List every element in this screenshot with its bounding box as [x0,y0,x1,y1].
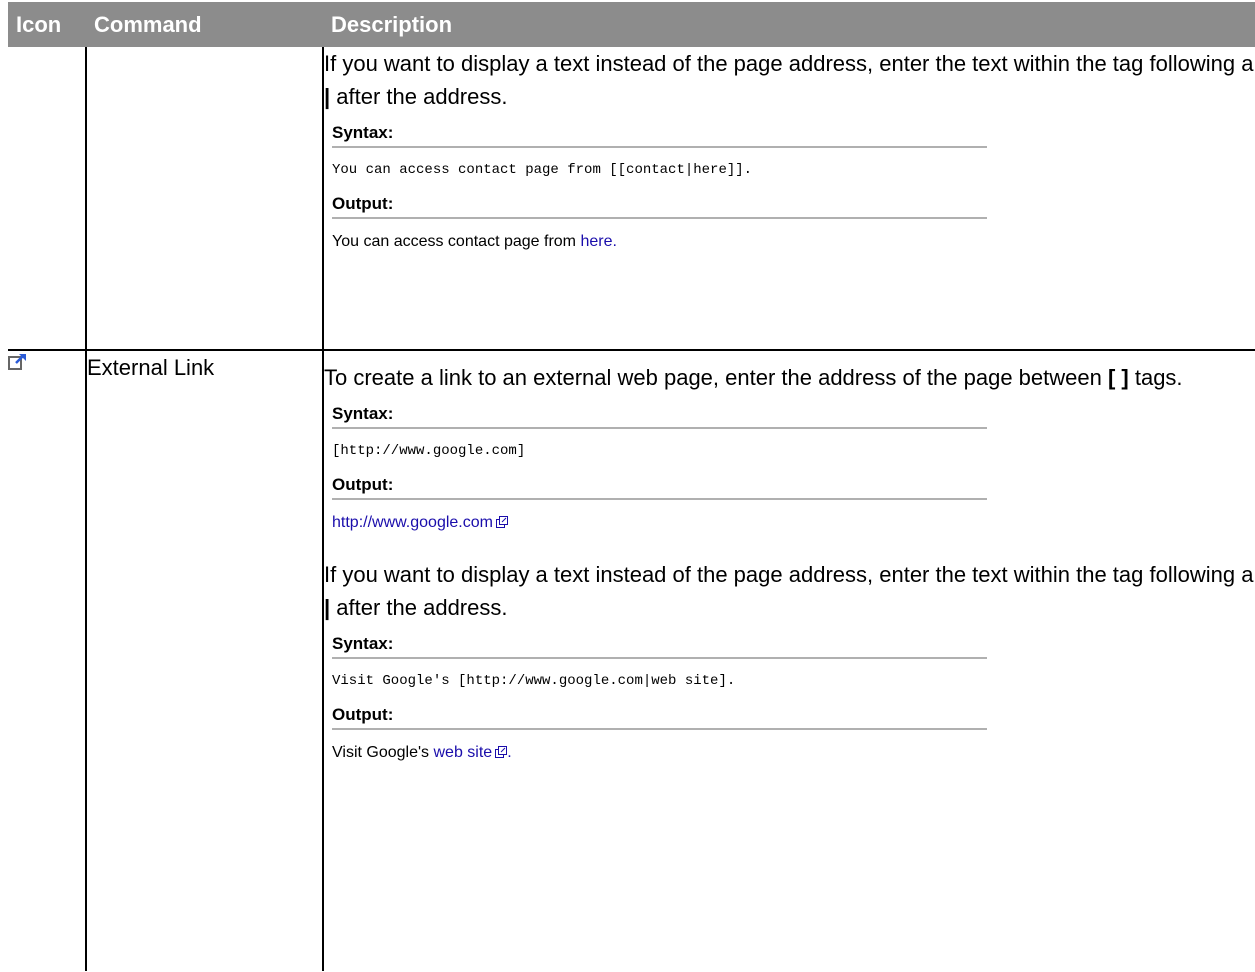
paragraph-bold: [ ] [1107,365,1129,390]
syntax-code: You can access contact page from [[conta… [332,162,753,178]
output-prefix: Visit Google's [332,744,434,761]
paragraph-text: tags. [1128,365,1183,390]
table-header-row: Icon Command Description [8,2,1255,47]
header-description: Description [323,2,1255,47]
output-text: You can access contact page from here. [332,219,987,255]
output-prefix: You can access contact page from [332,233,581,250]
syntax-block: Syntax: [http://www.google.com] [332,404,987,465]
external-link-icon [495,746,508,758]
description-paragraph: If you want to display a text instead of… [324,558,1255,624]
command-cell [85,47,323,351]
here-link[interactable]: here [580,233,612,250]
output-block: Output: http://www.google.com [332,475,987,536]
table-row: If you want to display a text instead of… [8,47,1255,351]
icon-cell [8,350,86,971]
paragraph-text: after the address. [330,84,508,109]
icon-cell [8,47,86,351]
description-paragraph: If you want to display a text instead of… [324,47,1255,113]
syntax-code: Visit Google's [http://www.google.com|we… [332,673,736,689]
output-label: Output: [332,194,987,219]
output-block: Output: You can access contact page from… [332,194,987,255]
external-link-icon [8,354,26,370]
header-command: Command [86,2,323,47]
web-site-link[interactable]: web site [433,744,492,761]
output-label: Output: [332,475,987,500]
google-link[interactable]: http://www.google.com [332,514,493,531]
paragraph-text: If you want to display a text instead of… [324,51,1254,76]
description-cell: If you want to display a text instead of… [322,47,1255,351]
paragraph-text: after the address. [330,595,508,620]
syntax-block: Syntax: You can access contact page from… [332,123,987,184]
external-link-icon [495,516,508,528]
output-suffix: . [612,233,617,250]
description-cell: To create a link to an external web page… [322,350,1255,971]
paragraph-text: If you want to display a text instead of… [324,562,1254,587]
paragraph-text: To create a link to an external web page… [324,365,1108,390]
table-row: External Link To create a link to an ext… [8,350,1255,971]
syntax-label: Syntax: [332,634,987,659]
syntax-code: [http://www.google.com] [332,443,526,459]
output-block: Output: Visit Google's web site. [332,705,987,766]
syntax-label: Syntax: [332,123,987,148]
output-text: Visit Google's web site. [332,730,987,766]
output-suffix: . [507,744,512,761]
output-text: http://www.google.com [332,500,987,536]
output-label: Output: [332,705,987,730]
command-table: Icon Command Description If you want to … [8,2,1255,971]
command-cell: External Link [85,350,323,971]
syntax-label: Syntax: [332,404,987,429]
header-icon: Icon [8,2,86,47]
syntax-block: Syntax: Visit Google's [http://www.googl… [332,634,987,695]
description-paragraph: To create a link to an external web page… [324,361,1255,394]
